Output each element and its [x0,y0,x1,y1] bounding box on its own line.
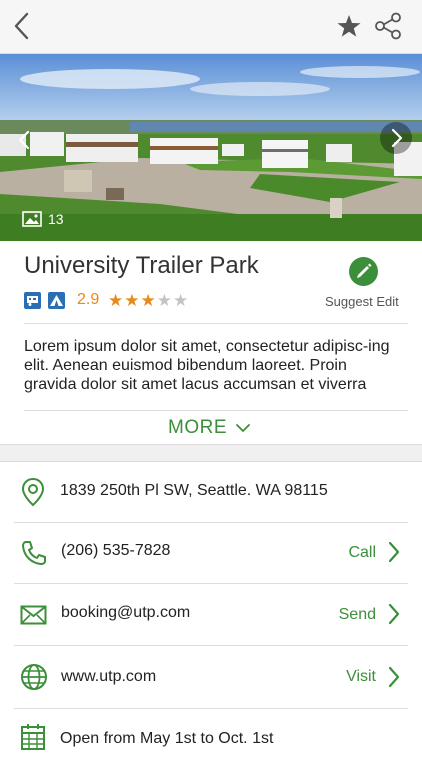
image-icon [22,211,42,227]
opening-hours: Open from May 1st to Oct. 1st [60,730,274,747]
star-empty-icon: ★ [156,291,172,310]
tent-camping-icon [48,292,65,309]
chevron-left-icon[interactable] [8,10,38,42]
share-icon[interactable] [374,12,402,40]
website-url: www.utp.com [61,668,157,685]
mail-icon [20,605,47,625]
listing-description: Lorem ipsum dolor sit amet, consectetur … [24,338,390,393]
address-text: 1839 250th Pl SW, Seattle. WA 98115 [60,482,328,499]
website-row[interactable]: www.utp.com Visit [0,646,422,706]
email-row[interactable]: booking@utp.com Send [0,584,422,644]
phone-icon [22,541,46,565]
divider [24,323,408,324]
star-icon[interactable] [336,12,362,40]
section-separator [0,444,422,462]
suggest-edit-button[interactable] [349,257,378,286]
hours-row: Open from May 1st to Oct. 1st [0,709,422,769]
globe-icon [21,664,47,690]
location-pin-icon [21,477,45,507]
star-filled-icon: ★ [108,291,124,310]
star-empty-icon: ★ [173,291,189,310]
top-bar [0,0,422,54]
call-button[interactable]: Call [348,544,376,562]
divider [24,410,408,411]
send-button[interactable]: Send [339,606,376,624]
chevron-right-icon[interactable] [387,665,401,689]
more-button[interactable]: MORE [168,417,251,439]
rv-hookup-icon [24,292,41,309]
rating-value: 2.9 [77,291,100,308]
more-label: MORE [168,417,227,438]
photo-count: 13 [48,211,64,227]
star-rating: ★ ★ ★ ★ ★ [108,292,188,310]
address-row[interactable]: 1839 250th Pl SW, Seattle. WA 98115 [0,461,422,521]
pencil-icon [357,263,372,278]
star-filled-icon: ★ [140,291,156,310]
listing-title: University Trailer Park [24,252,259,279]
phone-row[interactable]: (206) 535-7828 Call [0,523,422,583]
phone-number: (206) 535-7828 [61,542,171,559]
previous-photo-icon[interactable] [10,124,38,156]
star-filled-icon: ★ [124,291,140,310]
suggest-edit-label[interactable]: Suggest Edit [325,294,399,309]
photo-gallery[interactable]: 13 [0,54,422,241]
calendar-icon [21,724,45,750]
next-photo-icon[interactable] [380,122,412,154]
visit-button[interactable]: Visit [346,668,376,686]
photo-count-badge[interactable]: 13 [22,208,64,230]
chevron-right-icon[interactable] [387,540,401,564]
chevron-down-icon [236,424,250,432]
email-address: booking@utp.com [61,604,191,621]
chevron-right-icon[interactable] [387,602,401,626]
